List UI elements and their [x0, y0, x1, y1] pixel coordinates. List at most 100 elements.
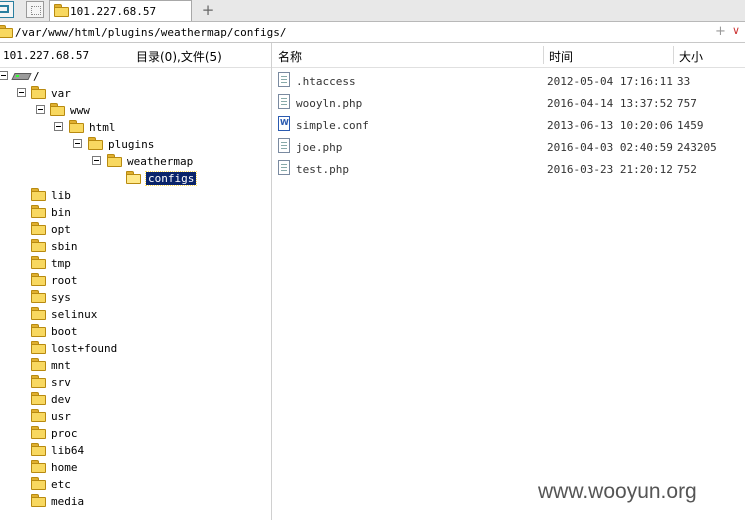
tree-item[interactable]: bin — [0, 203, 271, 220]
folder-icon — [31, 290, 46, 303]
tree-item-label: dev — [51, 393, 71, 406]
folder-icon — [31, 86, 46, 99]
collapse-toggle[interactable] — [54, 122, 63, 131]
column-name[interactable]: 名称 — [278, 48, 302, 65]
tree-item-label: usr — [51, 410, 71, 423]
tree-item-label: sbin — [51, 240, 78, 253]
tree-item[interactable]: lib — [0, 186, 271, 203]
tree-item-label: root — [51, 274, 78, 287]
column-divider[interactable] — [543, 46, 544, 64]
folder-icon — [50, 103, 65, 116]
tree-item[interactable]: srv — [0, 373, 271, 390]
file-size: 757 — [677, 97, 697, 110]
tree-item-label: mnt — [51, 359, 71, 372]
file-name: .htaccess — [296, 75, 356, 88]
tree-item[interactable]: etc — [0, 475, 271, 492]
tree-item[interactable]: www — [0, 101, 271, 118]
file-list-pane: 名称 时间 大小 .htaccess 2012-05-04 17:16:11 33 w… — [272, 43, 745, 520]
chevron-down-icon[interactable]: ∨ — [732, 24, 740, 37]
tree-item[interactable]: opt — [0, 220, 271, 237]
file-name: simple.conf — [296, 119, 369, 132]
new-tab-button[interactable]: + — [200, 1, 216, 19]
folder-icon — [107, 154, 122, 167]
column-size[interactable]: 大小 — [679, 48, 703, 65]
tree-item-label: etc — [51, 478, 71, 491]
file-time: 2013-06-13 10:20:06 — [547, 119, 673, 132]
tree-item-label: lib — [51, 189, 71, 202]
tab-title: 101.227.68.57 — [70, 5, 157, 18]
tree-item-label: srv — [51, 376, 71, 389]
tree-item[interactable]: configs — [0, 169, 271, 186]
folder-icon — [69, 120, 84, 133]
tree-item-label: / — [33, 70, 40, 83]
file-row[interactable]: .htaccess 2012-05-04 17:16:11 33 — [272, 69, 745, 91]
tree-item[interactable]: weathermap — [0, 152, 271, 169]
file-icon — [278, 72, 290, 87]
collapse-toggle[interactable] — [73, 139, 82, 148]
tree-item[interactable]: dev — [0, 390, 271, 407]
folder-icon — [31, 341, 46, 354]
tree-item[interactable]: selinux — [0, 305, 271, 322]
tree-item-label: plugins — [108, 138, 155, 151]
column-time[interactable]: 时间 — [549, 48, 573, 65]
tree-item[interactable]: media — [0, 492, 271, 509]
address-path[interactable]: /var/www/html/plugins/weathermap/configs… — [15, 26, 287, 39]
tree-item-label: tmp — [51, 257, 71, 270]
column-divider[interactable] — [673, 46, 674, 64]
file-name: joe.php — [296, 141, 343, 154]
tree-item[interactable]: usr — [0, 407, 271, 424]
file-row[interactable]: test.php 2016-03-23 21:20:12 752 — [272, 157, 745, 179]
tree-item[interactable]: root — [0, 271, 271, 288]
tree-item[interactable]: tmp — [0, 254, 271, 271]
tab-active[interactable]: 101.227.68.57 — [49, 0, 192, 21]
tree-item[interactable]: sys — [0, 288, 271, 305]
collapse-toggle[interactable] — [36, 105, 45, 114]
collapse-toggle[interactable] — [0, 71, 8, 80]
tree-item[interactable]: home — [0, 458, 271, 475]
tree-item[interactable]: html — [0, 118, 271, 135]
folder-icon — [31, 256, 46, 269]
directory-tree: / var www html plugins weathermap configs lib bi… — [0, 43, 271, 520]
add-bookmark-button[interactable]: + — [715, 24, 726, 39]
tree-item-label: home — [51, 461, 78, 474]
collapse-toggle[interactable] — [17, 88, 26, 97]
tree-item[interactable]: lib64 — [0, 441, 271, 458]
file-name: wooyln.php — [296, 97, 363, 110]
folder-icon — [31, 273, 46, 286]
tree-item-label: bin — [51, 206, 71, 219]
directory-tree-pane: 101.227.68.57 目录(0),文件(5) / var www html plu… — [0, 43, 272, 520]
folder-icon — [31, 460, 46, 473]
tree-item[interactable]: / — [0, 67, 271, 84]
tree-item[interactable]: var — [0, 84, 271, 101]
word-file-icon — [278, 116, 290, 131]
address-bar[interactable]: /var/www/html/plugins/weathermap/configs… — [0, 22, 745, 43]
tree-item-label: media — [51, 495, 85, 508]
folder-icon — [31, 494, 46, 507]
tree-item[interactable]: boot — [0, 322, 271, 339]
tree-item[interactable]: lost+found — [0, 339, 271, 356]
file-row[interactable]: simple.conf 2013-06-13 10:20:06 1459 — [272, 113, 745, 135]
tree-item-label: var — [51, 87, 71, 100]
blank-tab-icon[interactable] — [26, 1, 44, 18]
tree-item-label: configs — [144, 171, 198, 186]
file-list-header: 名称 时间 大小 — [272, 43, 745, 68]
tree-item-label: sys — [51, 291, 71, 304]
file-time: 2016-04-03 02:40:59 — [547, 141, 673, 154]
tree-item[interactable]: mnt — [0, 356, 271, 373]
file-icon — [278, 160, 290, 175]
file-time: 2016-03-23 21:20:12 — [547, 163, 673, 176]
folder-icon — [54, 4, 69, 17]
terminal-icon[interactable] — [0, 1, 14, 18]
file-row[interactable]: joe.php 2016-04-03 02:40:59 243205 — [272, 135, 745, 157]
folder-icon — [31, 375, 46, 388]
tree-item[interactable]: sbin — [0, 237, 271, 254]
file-name: test.php — [296, 163, 349, 176]
file-row[interactable]: wooyln.php 2016-04-14 13:37:52 757 — [272, 91, 745, 113]
tree-item[interactable]: plugins — [0, 135, 271, 152]
tree-item-label: html — [89, 121, 116, 134]
file-time: 2016-04-14 13:37:52 — [547, 97, 673, 110]
folder-icon — [31, 324, 46, 337]
collapse-toggle[interactable] — [92, 156, 101, 165]
tree-item[interactable]: proc — [0, 424, 271, 441]
folder-icon — [31, 477, 46, 490]
